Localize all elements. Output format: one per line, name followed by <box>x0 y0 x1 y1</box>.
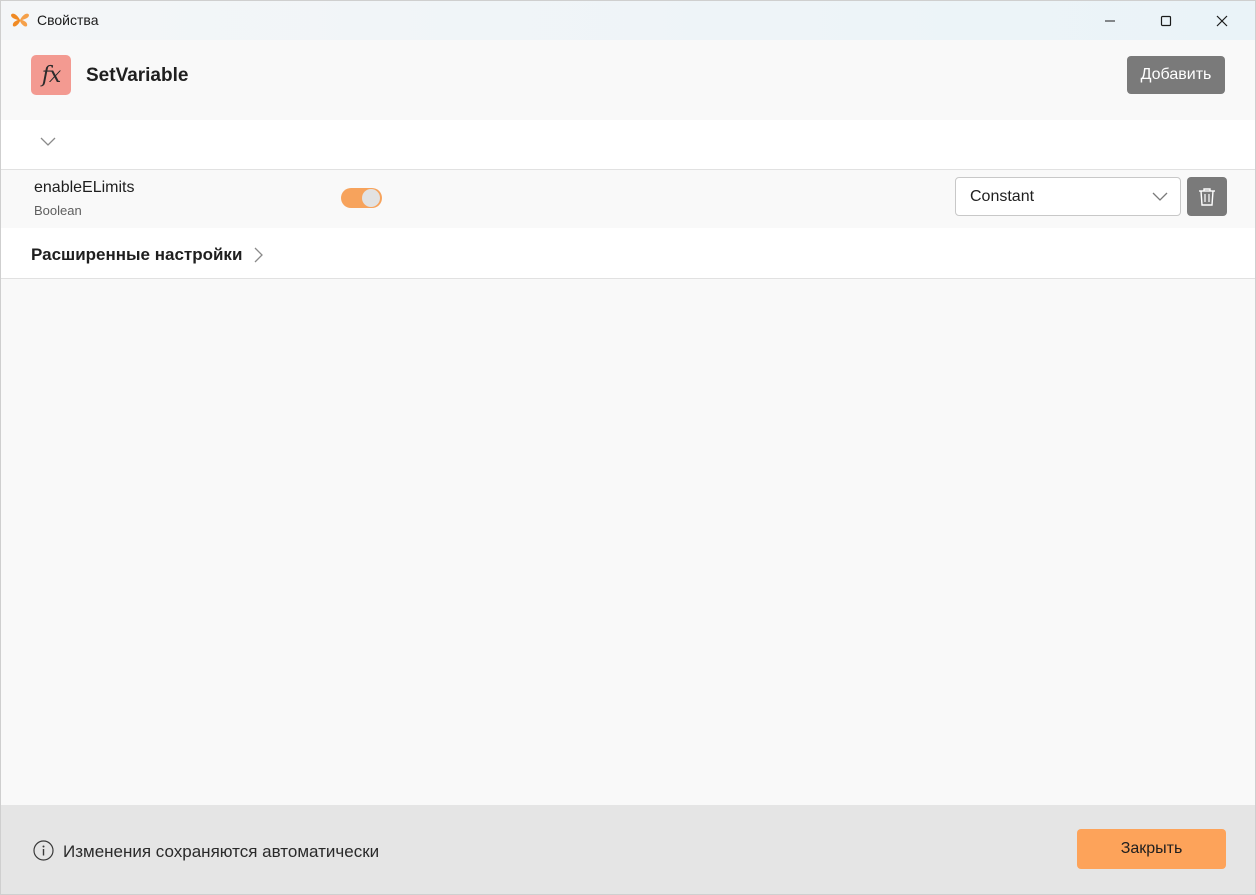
autosave-info-text: Изменения сохраняются автоматически <box>63 842 380 861</box>
title-bar: Свойства <box>1 1 1255 40</box>
value-toggle[interactable] <box>341 188 382 208</box>
properties-window: Свойства fx SetVariable Добавить enableE… <box>0 0 1256 895</box>
close-icon <box>1216 15 1228 26</box>
chevron-down-icon[interactable] <box>39 136 57 148</box>
add-button[interactable]: Добавить <box>1127 56 1225 94</box>
variable-name: enableELimits <box>34 179 135 196</box>
advanced-settings-row[interactable]: Расширенные настройки <box>1 228 1255 279</box>
trash-icon <box>1199 187 1215 206</box>
minimize-icon <box>1105 20 1115 21</box>
butterfly-app-icon <box>11 13 29 27</box>
maximize-icon <box>1160 15 1172 26</box>
close-button[interactable]: Закрыть <box>1077 829 1226 869</box>
node-title: SetVariable <box>86 65 189 86</box>
variable-row: enableELimits Boolean Constant <box>1 170 1255 228</box>
toggle-knob <box>362 189 380 207</box>
collapse-section[interactable] <box>1 120 1255 170</box>
function-icon-label: fx <box>41 62 62 88</box>
minimize-button[interactable] <box>1087 1 1133 40</box>
node-header: fx SetVariable Добавить <box>1 40 1255 120</box>
source-select[interactable]: Constant <box>955 177 1181 216</box>
advanced-settings-label: Расширенные настройки <box>31 245 243 264</box>
close-window-button[interactable] <box>1199 1 1245 40</box>
chevron-right-icon <box>254 247 263 263</box>
function-icon: fx <box>31 55 71 95</box>
maximize-button[interactable] <box>1143 1 1189 40</box>
chevron-down-icon <box>1152 192 1168 201</box>
delete-button[interactable] <box>1187 177 1227 216</box>
source-select-value: Constant <box>970 188 1035 205</box>
info-icon <box>33 840 54 861</box>
window-title: Свойства <box>37 12 99 28</box>
variable-type: Boolean <box>34 203 82 218</box>
footer: Изменения сохраняются автоматически Закр… <box>1 805 1255 894</box>
